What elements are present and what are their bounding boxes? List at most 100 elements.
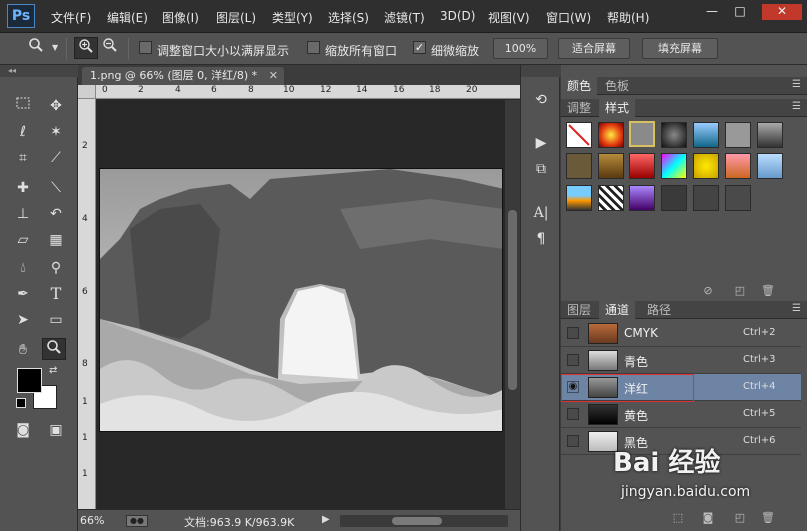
type-tool-icon[interactable]: T: [44, 283, 68, 305]
status-menu-arrow-icon[interactable]: ▶: [322, 514, 330, 525]
delete-style-icon[interactable]: 🗑︎: [761, 284, 775, 298]
load-selection-icon[interactable]: ⬚: [671, 511, 685, 525]
style-swatch[interactable]: [693, 122, 719, 148]
healing-brush-tool-icon[interactable]: ✚: [11, 177, 35, 199]
gradient-tool-icon[interactable]: ▦: [44, 229, 68, 251]
tab-swatches[interactable]: 色板: [599, 77, 635, 95]
move-tool-icon[interactable]: ✥: [44, 95, 68, 117]
character-panel-icon[interactable]: A|: [529, 203, 553, 223]
menu-window[interactable]: 窗口(W): [546, 9, 591, 26]
ruler-origin[interactable]: [78, 85, 96, 99]
blur-tool-icon[interactable]: 💧︎: [11, 257, 35, 279]
eyedropper-tool-icon[interactable]: ⟋: [44, 147, 68, 169]
zoom-tool-icon[interactable]: [42, 338, 66, 360]
close-tab-icon[interactable]: ✕: [269, 67, 278, 85]
menu-help[interactable]: 帮助(H): [607, 9, 649, 26]
style-swatch[interactable]: [629, 153, 655, 179]
menu-layer[interactable]: 图层(L): [216, 9, 256, 26]
paragraph-panel-icon[interactable]: ¶: [529, 229, 553, 249]
channel-row-cmyk[interactable]: CMYK Ctrl+2: [561, 320, 801, 347]
panel-menu-icon[interactable]: ☰: [792, 303, 801, 314]
visibility-toggle[interactable]: [567, 327, 579, 339]
panel-menu-icon[interactable]: ☰: [792, 79, 801, 90]
style-swatch[interactable]: [725, 122, 751, 148]
vertical-ruler[interactable]: 2 4 6 8 1 1 1: [78, 99, 96, 509]
style-swatch[interactable]: [661, 185, 687, 211]
style-swatch[interactable]: [566, 153, 592, 179]
tab-layers[interactable]: 图层: [561, 301, 597, 319]
path-selection-tool-icon[interactable]: ➤: [11, 309, 35, 331]
style-swatch[interactable]: [693, 185, 719, 211]
fill-screen-button[interactable]: 填充屏幕: [642, 38, 718, 59]
pen-tool-icon[interactable]: ✒: [11, 283, 35, 305]
properties-panel-icon[interactable]: ⧉: [529, 159, 553, 179]
clone-stamp-tool-icon[interactable]: ⊥: [11, 203, 35, 225]
scrubby-zoom-checkbox[interactable]: ✓: [413, 41, 426, 54]
document-image[interactable]: [99, 168, 503, 432]
tab-color[interactable]: 颜色: [561, 77, 598, 95]
save-selection-icon[interactable]: ◙: [701, 511, 715, 525]
magic-wand-tool-icon[interactable]: ✶: [44, 121, 68, 143]
zoom-level[interactable]: 66%: [80, 514, 104, 527]
default-colors-icon[interactable]: [16, 398, 26, 408]
menu-edit[interactable]: 编辑(E): [107, 9, 148, 26]
horizontal-scroll-thumb[interactable]: [392, 517, 442, 525]
close-button[interactable]: ✕: [762, 4, 802, 20]
history-brush-tool-icon[interactable]: ↶: [44, 203, 68, 225]
foreground-color-swatch[interactable]: [17, 368, 42, 393]
menu-image[interactable]: 图像(I): [162, 9, 199, 26]
marquee-tool-icon[interactable]: [11, 95, 35, 117]
style-swatch[interactable]: [661, 153, 687, 179]
zoom-out-icon[interactable]: [98, 37, 122, 59]
zoom-100-button[interactable]: 100%: [493, 38, 548, 59]
swap-colors-icon[interactable]: ⇄: [49, 365, 57, 376]
channel-row-black[interactable]: 黑色 Ctrl+6: [561, 428, 801, 455]
crop-tool-icon[interactable]: ⌗: [11, 147, 35, 169]
minimize-button[interactable]: —: [700, 4, 724, 20]
new-style-icon[interactable]: ◰: [733, 284, 747, 298]
style-swatch[interactable]: [725, 153, 751, 179]
zoom-all-checkbox[interactable]: [307, 41, 320, 54]
preset-dropdown-icon[interactable]: ▼: [52, 43, 58, 52]
tab-adjustments[interactable]: 调整: [561, 99, 597, 117]
screen-mode-icon[interactable]: ▣: [44, 419, 68, 441]
style-swatch[interactable]: [693, 153, 719, 179]
document-tab[interactable]: 1.png @ 66% (图层 0, 洋红/8) * ✕: [82, 67, 284, 85]
visibility-toggle[interactable]: [567, 354, 579, 366]
tab-styles[interactable]: 样式: [599, 99, 636, 117]
tab-paths[interactable]: 路径: [641, 301, 677, 319]
dodge-tool-icon[interactable]: ⚲: [44, 257, 68, 279]
fit-screen-button[interactable]: 适合屏幕: [558, 38, 630, 59]
menu-filter[interactable]: 滤镜(T): [384, 9, 425, 26]
rectangle-tool-icon[interactable]: ▭: [44, 309, 68, 331]
horizontal-ruler[interactable]: 0 2 4 6 8 10 12 14 16 18 20: [96, 85, 520, 99]
menu-3d[interactable]: 3D(D): [440, 9, 475, 23]
style-swatch[interactable]: [598, 153, 624, 179]
new-channel-icon[interactable]: ◰: [733, 511, 747, 525]
delete-channel-icon[interactable]: 🗑︎: [761, 511, 775, 525]
style-swatch[interactable]: [757, 122, 783, 148]
vertical-scroll-thumb[interactable]: [508, 210, 517, 390]
visibility-toggle[interactable]: [567, 435, 579, 447]
vertical-scrollbar[interactable]: [505, 100, 520, 509]
brush-tool-icon[interactable]: ⟍: [44, 177, 68, 199]
hand-tool-icon[interactable]: ✋︎: [11, 339, 35, 361]
eraser-tool-icon[interactable]: ▱: [11, 229, 35, 251]
style-none-swatch[interactable]: [566, 122, 592, 148]
actions-panel-icon[interactable]: ▶: [529, 133, 553, 153]
maximize-button[interactable]: □: [728, 4, 752, 20]
clear-style-icon[interactable]: ⊘: [701, 284, 715, 298]
channel-row-yellow[interactable]: 黄色 Ctrl+5: [561, 401, 801, 428]
history-panel-icon[interactable]: ⟲: [529, 90, 553, 110]
style-swatch[interactable]: [598, 185, 624, 211]
visibility-toggle[interactable]: [567, 408, 579, 420]
lasso-tool-icon[interactable]: ℓ: [11, 121, 35, 143]
style-swatch[interactable]: [598, 122, 624, 148]
resize-windows-checkbox[interactable]: [139, 41, 152, 54]
style-swatch[interactable]: [661, 122, 687, 148]
menu-view[interactable]: 视图(V): [488, 9, 530, 26]
tools-collapse-icon[interactable]: ◂◂: [0, 65, 78, 77]
style-swatch[interactable]: [725, 185, 751, 211]
channel-row-cyan[interactable]: 青色 Ctrl+3: [561, 347, 801, 374]
style-swatch[interactable]: [629, 185, 655, 211]
